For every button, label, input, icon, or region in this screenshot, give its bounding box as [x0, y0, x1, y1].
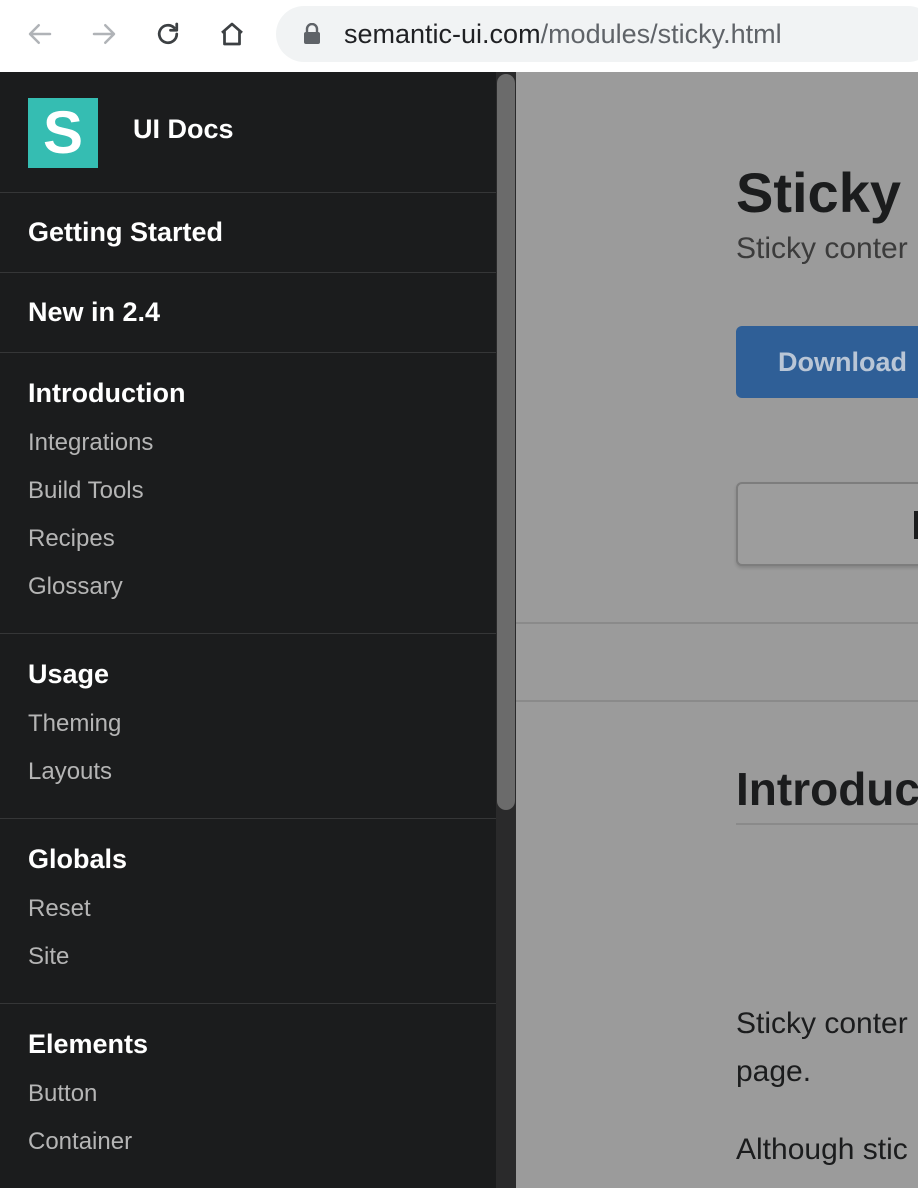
- browser-toolbar: semantic-ui.com/modules/sticky.html: [0, 0, 918, 72]
- forward-arrow-icon[interactable]: [86, 16, 122, 52]
- home-icon[interactable]: [214, 16, 250, 52]
- lock-icon: [304, 23, 320, 44]
- sidebar-item-build-tools[interactable]: Build Tools: [28, 467, 468, 515]
- sidebar-item-glossary[interactable]: Glossary: [28, 563, 468, 611]
- brand-logo[interactable]: S: [28, 98, 98, 168]
- reload-icon[interactable]: [150, 16, 186, 52]
- sidebar-group-header[interactable]: Usage: [28, 658, 468, 690]
- brand-title[interactable]: UI Docs: [133, 114, 234, 145]
- sidebar-item-button[interactable]: Button: [28, 1070, 468, 1118]
- sidebar-group-usage: Usage Theming Layouts: [0, 634, 496, 819]
- sidebar-item-recipes[interactable]: Recipes: [28, 515, 468, 563]
- sidebar-group-elements: Elements Button Container: [0, 1004, 496, 1188]
- main-content[interactable]: Sticky Sticky conter Download Introduct …: [516, 72, 918, 1188]
- sidebar-item-site[interactable]: Site: [28, 933, 468, 981]
- sidebar-item-new-in-2-4[interactable]: New in 2.4: [0, 273, 496, 353]
- tab-menu-segment[interactable]: [736, 482, 918, 566]
- page-subtitle: Sticky conter: [736, 232, 908, 265]
- url-path: /modules/sticky.html: [540, 19, 782, 49]
- sidebar-item-integrations[interactable]: Integrations: [28, 419, 468, 467]
- sidebar-item-label: Getting Started: [28, 217, 224, 247]
- intro-paragraph: Sticky conter page.: [736, 1000, 908, 1096]
- sidebar: S UI Docs Getting Started New in 2.4 Int…: [0, 72, 516, 1188]
- sidebar-item-label: New in 2.4: [28, 297, 161, 327]
- section-title: Introduct: [736, 763, 918, 815]
- sidebar-item-getting-started[interactable]: Getting Started: [0, 193, 496, 273]
- sidebar-group-header[interactable]: Globals: [28, 843, 468, 875]
- sidebar-group-header[interactable]: Introduction: [28, 377, 468, 409]
- sidebar-item-reset[interactable]: Reset: [28, 885, 468, 933]
- sidebar-group-header[interactable]: Elements: [28, 1028, 468, 1060]
- url-domain: semantic-ui.com: [344, 19, 541, 49]
- url-text: semantic-ui.com/modules/sticky.html: [344, 18, 782, 50]
- segment-text-fragment: [914, 511, 918, 539]
- sidebar-scrollbar-thumb[interactable]: [497, 74, 515, 810]
- sidebar-group-introduction: Introduction Integrations Build Tools Re…: [0, 353, 496, 634]
- second-paragraph-line: Although stic: [736, 1133, 908, 1166]
- sidebar-group-globals: Globals Reset Site: [0, 819, 496, 1004]
- address-bar[interactable]: semantic-ui.com/modules/sticky.html: [276, 6, 918, 62]
- brand-header[interactable]: S UI Docs: [0, 72, 496, 193]
- sidebar-item-layouts[interactable]: Layouts: [28, 748, 468, 796]
- second-paragraph: Although stic: [736, 1126, 908, 1174]
- back-arrow-icon[interactable]: [22, 16, 58, 52]
- sidebar-item-container[interactable]: Container: [28, 1118, 468, 1166]
- fixed-menu-band: [516, 622, 918, 702]
- intro-paragraph-line: Sticky conter: [736, 1007, 908, 1040]
- intro-paragraph-line: page.: [736, 1055, 812, 1088]
- sidebar-menu: Getting Started New in 2.4 Introduction …: [0, 193, 496, 1188]
- sidebar-item-theming[interactable]: Theming: [28, 700, 468, 748]
- download-button[interactable]: Download: [736, 326, 918, 398]
- page-title: Sticky: [736, 161, 901, 224]
- section-divider: [736, 823, 918, 825]
